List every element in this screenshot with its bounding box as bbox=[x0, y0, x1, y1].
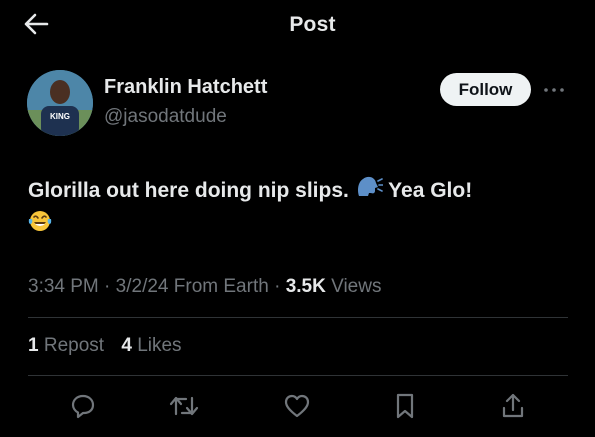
likes-stat[interactable]: 4 Likes bbox=[121, 335, 181, 356]
views-label: Views bbox=[331, 276, 382, 297]
tweet-date[interactable]: 3/2/24 bbox=[116, 276, 169, 297]
follow-button[interactable]: Follow bbox=[440, 73, 531, 106]
top-bar: Post bbox=[0, 0, 595, 50]
tears-of-joy-emoji bbox=[28, 209, 52, 243]
repost-button[interactable] bbox=[169, 391, 199, 421]
avatar[interactable]: KING bbox=[27, 70, 93, 136]
divider bbox=[28, 375, 568, 376]
like-button[interactable] bbox=[282, 391, 312, 421]
meta-separator: · bbox=[274, 276, 281, 297]
likes-label: Likes bbox=[137, 335, 182, 356]
author-handle[interactable]: @jasodatdude bbox=[104, 106, 227, 128]
tweet-time[interactable]: 3:34 PM bbox=[28, 276, 99, 297]
engagement-stats: 1 Repost 4 Likes bbox=[28, 335, 194, 357]
share-button[interactable] bbox=[498, 391, 528, 421]
reposts-label: Repost bbox=[43, 335, 105, 356]
avatar-shirt-text: KING bbox=[50, 112, 70, 121]
reply-icon bbox=[71, 394, 95, 419]
reposts-stat[interactable]: 1 Repost bbox=[28, 335, 104, 356]
bookmark-icon bbox=[396, 393, 414, 419]
reposts-count: 1 bbox=[28, 335, 39, 356]
back-button[interactable] bbox=[22, 10, 50, 38]
views-count: 3.5K bbox=[285, 276, 326, 297]
author-name[interactable]: Franklin Hatchett bbox=[104, 76, 267, 99]
tweet-location: From Earth bbox=[173, 276, 269, 297]
heart-icon bbox=[284, 394, 310, 418]
more-options-button[interactable] bbox=[541, 80, 567, 100]
bookmark-button[interactable] bbox=[390, 391, 420, 421]
meta-separator: · bbox=[104, 276, 111, 297]
page-title: Post bbox=[289, 13, 336, 36]
avatar-image: KING bbox=[27, 70, 93, 136]
post-screen: Post KING Franklin Hatchett @jasodatdude… bbox=[0, 0, 595, 437]
tweet-text: Glorilla out here doing nip slips. Yea G… bbox=[28, 174, 573, 243]
tweet-body: Glorilla out here doing nip slips. bbox=[28, 179, 349, 202]
repost-icon bbox=[169, 396, 199, 416]
tweet-meta: 3:34 PM · 3/2/24 From Earth · 3.5K Views bbox=[28, 276, 381, 298]
divider bbox=[28, 317, 568, 318]
more-dots-icon bbox=[544, 88, 564, 92]
tweet-body-continued: Yea Glo! bbox=[388, 179, 473, 202]
share-icon bbox=[502, 393, 524, 418]
speaking-head-emoji bbox=[355, 174, 384, 208]
likes-count: 4 bbox=[121, 335, 132, 356]
reply-button[interactable] bbox=[68, 391, 98, 421]
arrow-left-icon bbox=[24, 13, 49, 35]
